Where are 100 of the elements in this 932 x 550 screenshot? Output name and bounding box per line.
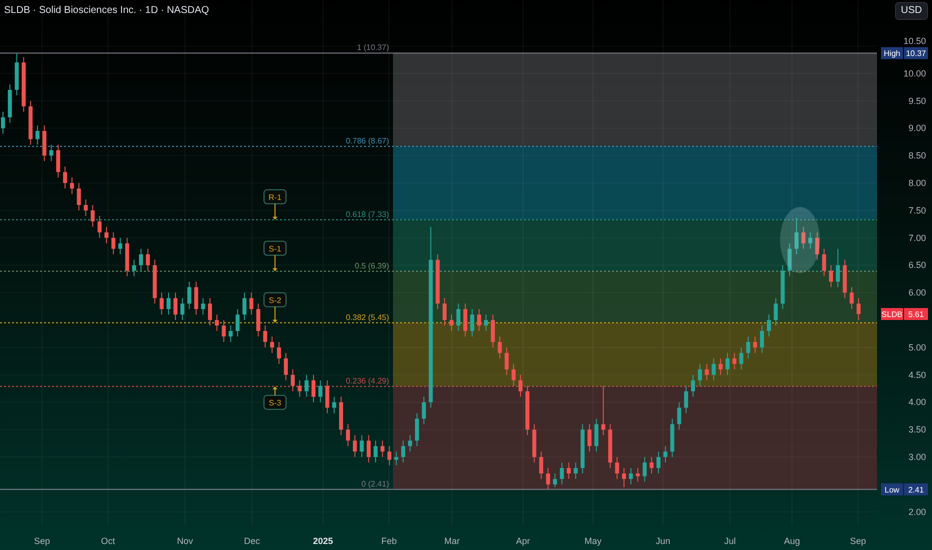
- candle: [256, 303, 260, 337]
- candle: [290, 368, 295, 392]
- highlight-ellipse: [780, 207, 820, 273]
- candle: [201, 298, 206, 315]
- y-tick-label: 10.00: [903, 68, 926, 78]
- y-tick-label: 4.50: [908, 370, 926, 380]
- candle: [56, 144, 60, 178]
- candle: [132, 259, 136, 277]
- candle: [138, 248, 143, 272]
- candle: [111, 232, 116, 255]
- y-tick-label: 6.50: [908, 260, 926, 270]
- candle: [628, 468, 633, 485]
- candle: [650, 456, 654, 474]
- candle: [504, 347, 509, 376]
- candle: [104, 226, 108, 244]
- candle: [656, 451, 660, 474]
- candle: [125, 237, 130, 277]
- candle: [663, 446, 668, 463]
- candle: [856, 298, 861, 320]
- candle: [270, 336, 274, 354]
- candle: [594, 418, 598, 452]
- candle: [98, 215, 102, 238]
- candle: [822, 248, 826, 277]
- candle: [615, 456, 620, 480]
- candle: [739, 347, 744, 370]
- candle: [553, 473, 557, 488]
- candle: [774, 298, 778, 326]
- candle: [332, 396, 336, 414]
- candle: [42, 125, 46, 162]
- candle: [601, 385, 606, 436]
- candle: [815, 232, 820, 260]
- candle: [622, 468, 626, 488]
- candle: [829, 264, 833, 288]
- x-tick-label: 2025: [312, 536, 334, 546]
- fib-level-label: 1 (10.37): [356, 43, 389, 52]
- candle: [360, 434, 364, 458]
- candle: [677, 402, 682, 430]
- level-tag: S-1: [264, 240, 286, 256]
- last-price-label: 5.61: [904, 308, 928, 320]
- y-tick-label: 7.00: [908, 232, 926, 243]
- candle: [49, 144, 54, 162]
- candle: [166, 292, 171, 315]
- candle: [276, 342, 281, 364]
- candle: [380, 440, 384, 458]
- candle: [560, 462, 564, 485]
- y-tick-label: 8.00: [908, 178, 926, 188]
- candle: [788, 242, 792, 277]
- x-tick-label: Jun: [656, 536, 670, 546]
- y-tick-label: 5.00: [908, 342, 926, 352]
- candle: [698, 363, 702, 386]
- y-tick-label: 9.50: [908, 96, 926, 106]
- candle: [670, 418, 674, 458]
- last-label: SLDB: [881, 308, 903, 320]
- candle: [374, 440, 378, 463]
- candle: [753, 336, 758, 354]
- candle: [732, 352, 736, 370]
- candle: [512, 363, 516, 386]
- candle: [284, 352, 288, 381]
- candle: [28, 100, 33, 146]
- candle: [22, 56, 26, 112]
- chart-title: SLDB · Solid Biosciences Inc. · 1D · NASDAQ: [4, 4, 210, 18]
- candle: [436, 254, 440, 310]
- candle: [794, 217, 798, 255]
- candle: [298, 380, 302, 398]
- candle: [574, 462, 578, 480]
- candle: [263, 325, 268, 348]
- x-tick-label: Apr: [516, 536, 530, 546]
- candle: [449, 314, 454, 332]
- candle: [394, 451, 398, 466]
- candle: [477, 308, 482, 332]
- candle: [684, 385, 688, 414]
- currency-button[interactable]: USD: [894, 2, 928, 20]
- candle: [70, 177, 74, 194]
- x-tick-label: Nov: [177, 536, 193, 546]
- fib-level-label: 0.618 (7.33): [346, 210, 389, 219]
- x-tick-label: Jul: [724, 536, 736, 546]
- candle: [498, 336, 502, 359]
- candle: [546, 468, 550, 490]
- high-price-label: 10.37: [904, 47, 928, 60]
- candle: [470, 308, 474, 337]
- y-tick-label: 8.50: [908, 150, 926, 161]
- candle: [642, 456, 647, 482]
- candle: [90, 204, 95, 228]
- fib-level-label: 0.5 (6.39): [354, 261, 389, 270]
- y-tick-label: 10.50: [903, 36, 926, 46]
- y-tick-label: 4.00: [908, 397, 926, 408]
- x-tick-label: Mar: [444, 536, 460, 546]
- candle: [249, 292, 254, 315]
- y-tick-label: 6.00: [908, 288, 926, 298]
- candle: [14, 52, 19, 96]
- candle: [414, 412, 419, 447]
- y-tick-label: 9.00: [908, 123, 926, 134]
- x-tick-label: Feb: [381, 536, 397, 546]
- candle: [187, 281, 192, 310]
- candle: [566, 462, 571, 480]
- candle: [518, 374, 522, 398]
- candle: [228, 325, 233, 342]
- candle: [532, 424, 536, 463]
- candle: [442, 298, 447, 326]
- candle: [746, 336, 750, 359]
